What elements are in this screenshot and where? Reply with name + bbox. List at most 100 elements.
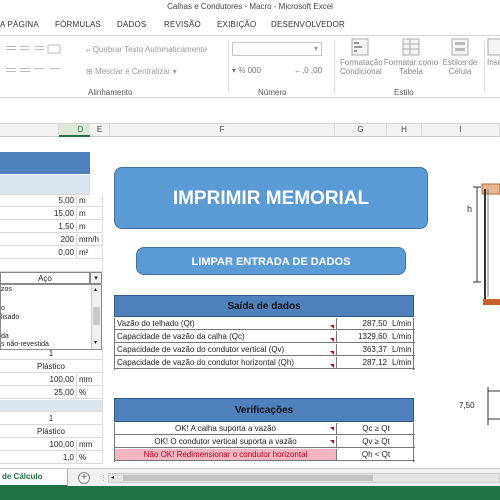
cell-styles-button[interactable]: Estilos de Célula bbox=[440, 38, 480, 76]
blank-row bbox=[0, 260, 103, 272]
input-unit: % bbox=[77, 452, 103, 464]
checks-table-title: Verificações bbox=[114, 398, 414, 422]
column-header-h[interactable]: H bbox=[387, 124, 422, 137]
chevron-down-icon: ▾ bbox=[94, 340, 98, 346]
input-value[interactable]: 1,50 bbox=[0, 221, 77, 233]
dropdown-option[interactable]: zos bbox=[1, 286, 12, 293]
table-row: Não OK! Redimensionar o condutor horizon… bbox=[115, 449, 415, 461]
output-label: Capacidade de vazão da calha (Qc) bbox=[117, 332, 245, 341]
tab-view[interactable]: EXIBIÇÃO bbox=[217, 20, 256, 29]
output-value: 363,37 bbox=[362, 345, 387, 354]
input-unit: mm/h bbox=[77, 234, 103, 246]
indent-icons[interactable] bbox=[6, 66, 66, 78]
output-value: 1329,60 bbox=[358, 332, 387, 341]
table-row: OK! A calha suporta a vazão Qc ≥ Qt bbox=[115, 423, 415, 435]
input-unit: m bbox=[77, 221, 103, 233]
tab-data[interactable]: DADOS bbox=[117, 20, 146, 29]
tab-page-layout[interactable]: A PÁGINA bbox=[0, 20, 39, 29]
dropdown-option[interactable]: lisado bbox=[1, 314, 19, 321]
dimension-label-h: h bbox=[467, 204, 473, 214]
align-top-icons[interactable] bbox=[6, 44, 66, 56]
gutter-drawing bbox=[473, 183, 500, 305]
formula-bar[interactable] bbox=[0, 98, 500, 124]
input-text[interactable]: Plástico bbox=[0, 361, 103, 373]
input-value[interactable]: 25,00 bbox=[0, 387, 77, 399]
dimension-drawing bbox=[487, 387, 500, 425]
comment-indicator bbox=[330, 325, 334, 329]
plus-icon: + bbox=[81, 472, 87, 483]
check-label-fail: Não OK! Redimensionar o condutor horizon… bbox=[115, 449, 336, 460]
decimal-buttons[interactable]: ←,0 ,00 bbox=[294, 66, 322, 75]
insert-button[interactable]: Inse bbox=[487, 38, 500, 67]
output-label: Vazão do telhado (Qt) bbox=[117, 319, 195, 328]
wrap-text-icon: ⤶ bbox=[86, 45, 93, 54]
comment-indicator bbox=[330, 427, 334, 431]
input-unit: m bbox=[77, 208, 103, 220]
dropdown-scrollbar[interactable]: ▴ ▾ bbox=[91, 285, 101, 349]
merge-icon: ⊞ bbox=[86, 67, 95, 76]
input-value[interactable]: 1,0 bbox=[0, 452, 77, 464]
wrap-text-button[interactable]: ⤶ Quebrar Texto Automaticamente bbox=[86, 45, 207, 55]
column-header-f[interactable]: F bbox=[110, 124, 335, 137]
output-value: 287,12 bbox=[362, 358, 387, 367]
table-row: Capacidade de vazão da calha (Qc) 1329,6… bbox=[115, 331, 415, 343]
input-unit: % bbox=[77, 387, 103, 399]
sheet-tab-bar: de Cálculo + ⋮ ◂ bbox=[0, 468, 500, 487]
conditional-formatting-button[interactable]: Formatação Condicional bbox=[340, 38, 383, 76]
merge-center-button[interactable]: ⊞ Mesclar e Centralizar ▾ bbox=[86, 67, 177, 76]
dropdown-option[interactable]: s não-revestida bbox=[1, 341, 49, 348]
column-header-g[interactable]: G bbox=[335, 124, 387, 137]
input-unit: m² bbox=[77, 247, 103, 259]
input-value[interactable]: 15,00 bbox=[0, 208, 77, 220]
table-row: Capacidade de vazão do condutor vertical… bbox=[115, 344, 415, 356]
input-value[interactable]: 5,00 bbox=[0, 195, 77, 207]
tab-review[interactable]: REVISÃO bbox=[164, 20, 201, 29]
add-sheet-button[interactable]: + bbox=[78, 472, 90, 484]
output-unit: L/min bbox=[392, 319, 412, 328]
number-format-buttons[interactable]: ▾ % 000 bbox=[232, 66, 261, 75]
input-value[interactable]: 200 bbox=[0, 234, 77, 246]
tab-developer[interactable]: DESENVOLVEDOR bbox=[271, 20, 345, 29]
tab-formulas[interactable]: FÓRMULAS bbox=[55, 20, 101, 29]
input-value[interactable]: 0,00 bbox=[0, 247, 77, 259]
input-value[interactable]: 1 bbox=[0, 413, 103, 425]
conditional-formatting-icon bbox=[351, 38, 369, 56]
comment-indicator bbox=[330, 364, 334, 368]
input-header-block bbox=[0, 152, 90, 174]
table-row: Vazão do telhado (Qt) 287,50 L/min bbox=[115, 318, 415, 330]
input-subheader-block bbox=[0, 175, 90, 195]
comment-indicator bbox=[330, 338, 334, 342]
column-header-e[interactable]: E bbox=[90, 124, 110, 137]
output-value: 287,50 bbox=[362, 319, 387, 328]
format-as-table-button[interactable]: Formatar como Tabela bbox=[383, 38, 439, 76]
number-format-select[interactable]: ▾ bbox=[232, 42, 322, 56]
scrollbar-thumb[interactable] bbox=[93, 307, 100, 325]
ribbon-separator bbox=[484, 40, 485, 94]
input-value[interactable]: 100,00 bbox=[0, 439, 77, 451]
input-value[interactable]: 100,00 bbox=[0, 374, 77, 386]
material-dropdown-list[interactable]: zos o lisado da s não-revestida ▴ ▾ bbox=[0, 284, 102, 350]
ribbon-tabs: A PÁGINA FÓRMULAS DADOS REVISÃO EXIBIÇÃO… bbox=[0, 14, 500, 36]
scrollbar-thumb[interactable] bbox=[123, 475, 373, 481]
ribbon-separator bbox=[228, 40, 229, 94]
dropdown-option[interactable]: o bbox=[1, 305, 5, 312]
print-memorial-button[interactable]: IMPRIMIR MEMORIAL bbox=[114, 167, 428, 229]
material-select[interactable]: Aço bbox=[0, 272, 90, 284]
ribbon-body: ⤶ Quebrar Texto Automaticamente ⊞ Mescla… bbox=[0, 36, 500, 98]
chevron-up-icon: ▴ bbox=[94, 287, 98, 293]
column-header-c[interactable] bbox=[0, 124, 59, 137]
dropdown-option[interactable]: da bbox=[1, 333, 9, 340]
input-text[interactable]: Plástico bbox=[0, 426, 103, 438]
sheet-tab-active[interactable]: de Cálculo bbox=[0, 469, 68, 487]
cell-styles-icon bbox=[451, 38, 469, 56]
input-unit: m bbox=[77, 195, 103, 207]
check-condition: Qv ≥ Qt bbox=[362, 437, 390, 446]
output-unit: L/min bbox=[392, 332, 412, 341]
dropdown-arrow-button[interactable]: ▾ bbox=[90, 272, 102, 284]
group-label-number: Número bbox=[258, 88, 287, 97]
horizontal-scrollbar[interactable]: ◂ bbox=[108, 473, 500, 483]
output-unit: L/min bbox=[392, 358, 412, 367]
clear-input-button[interactable]: LIMPAR ENTRADA DE DADOS bbox=[136, 247, 406, 275]
group-label-alignment: Alinhamento bbox=[88, 88, 133, 97]
column-header-i[interactable]: I bbox=[422, 124, 500, 137]
